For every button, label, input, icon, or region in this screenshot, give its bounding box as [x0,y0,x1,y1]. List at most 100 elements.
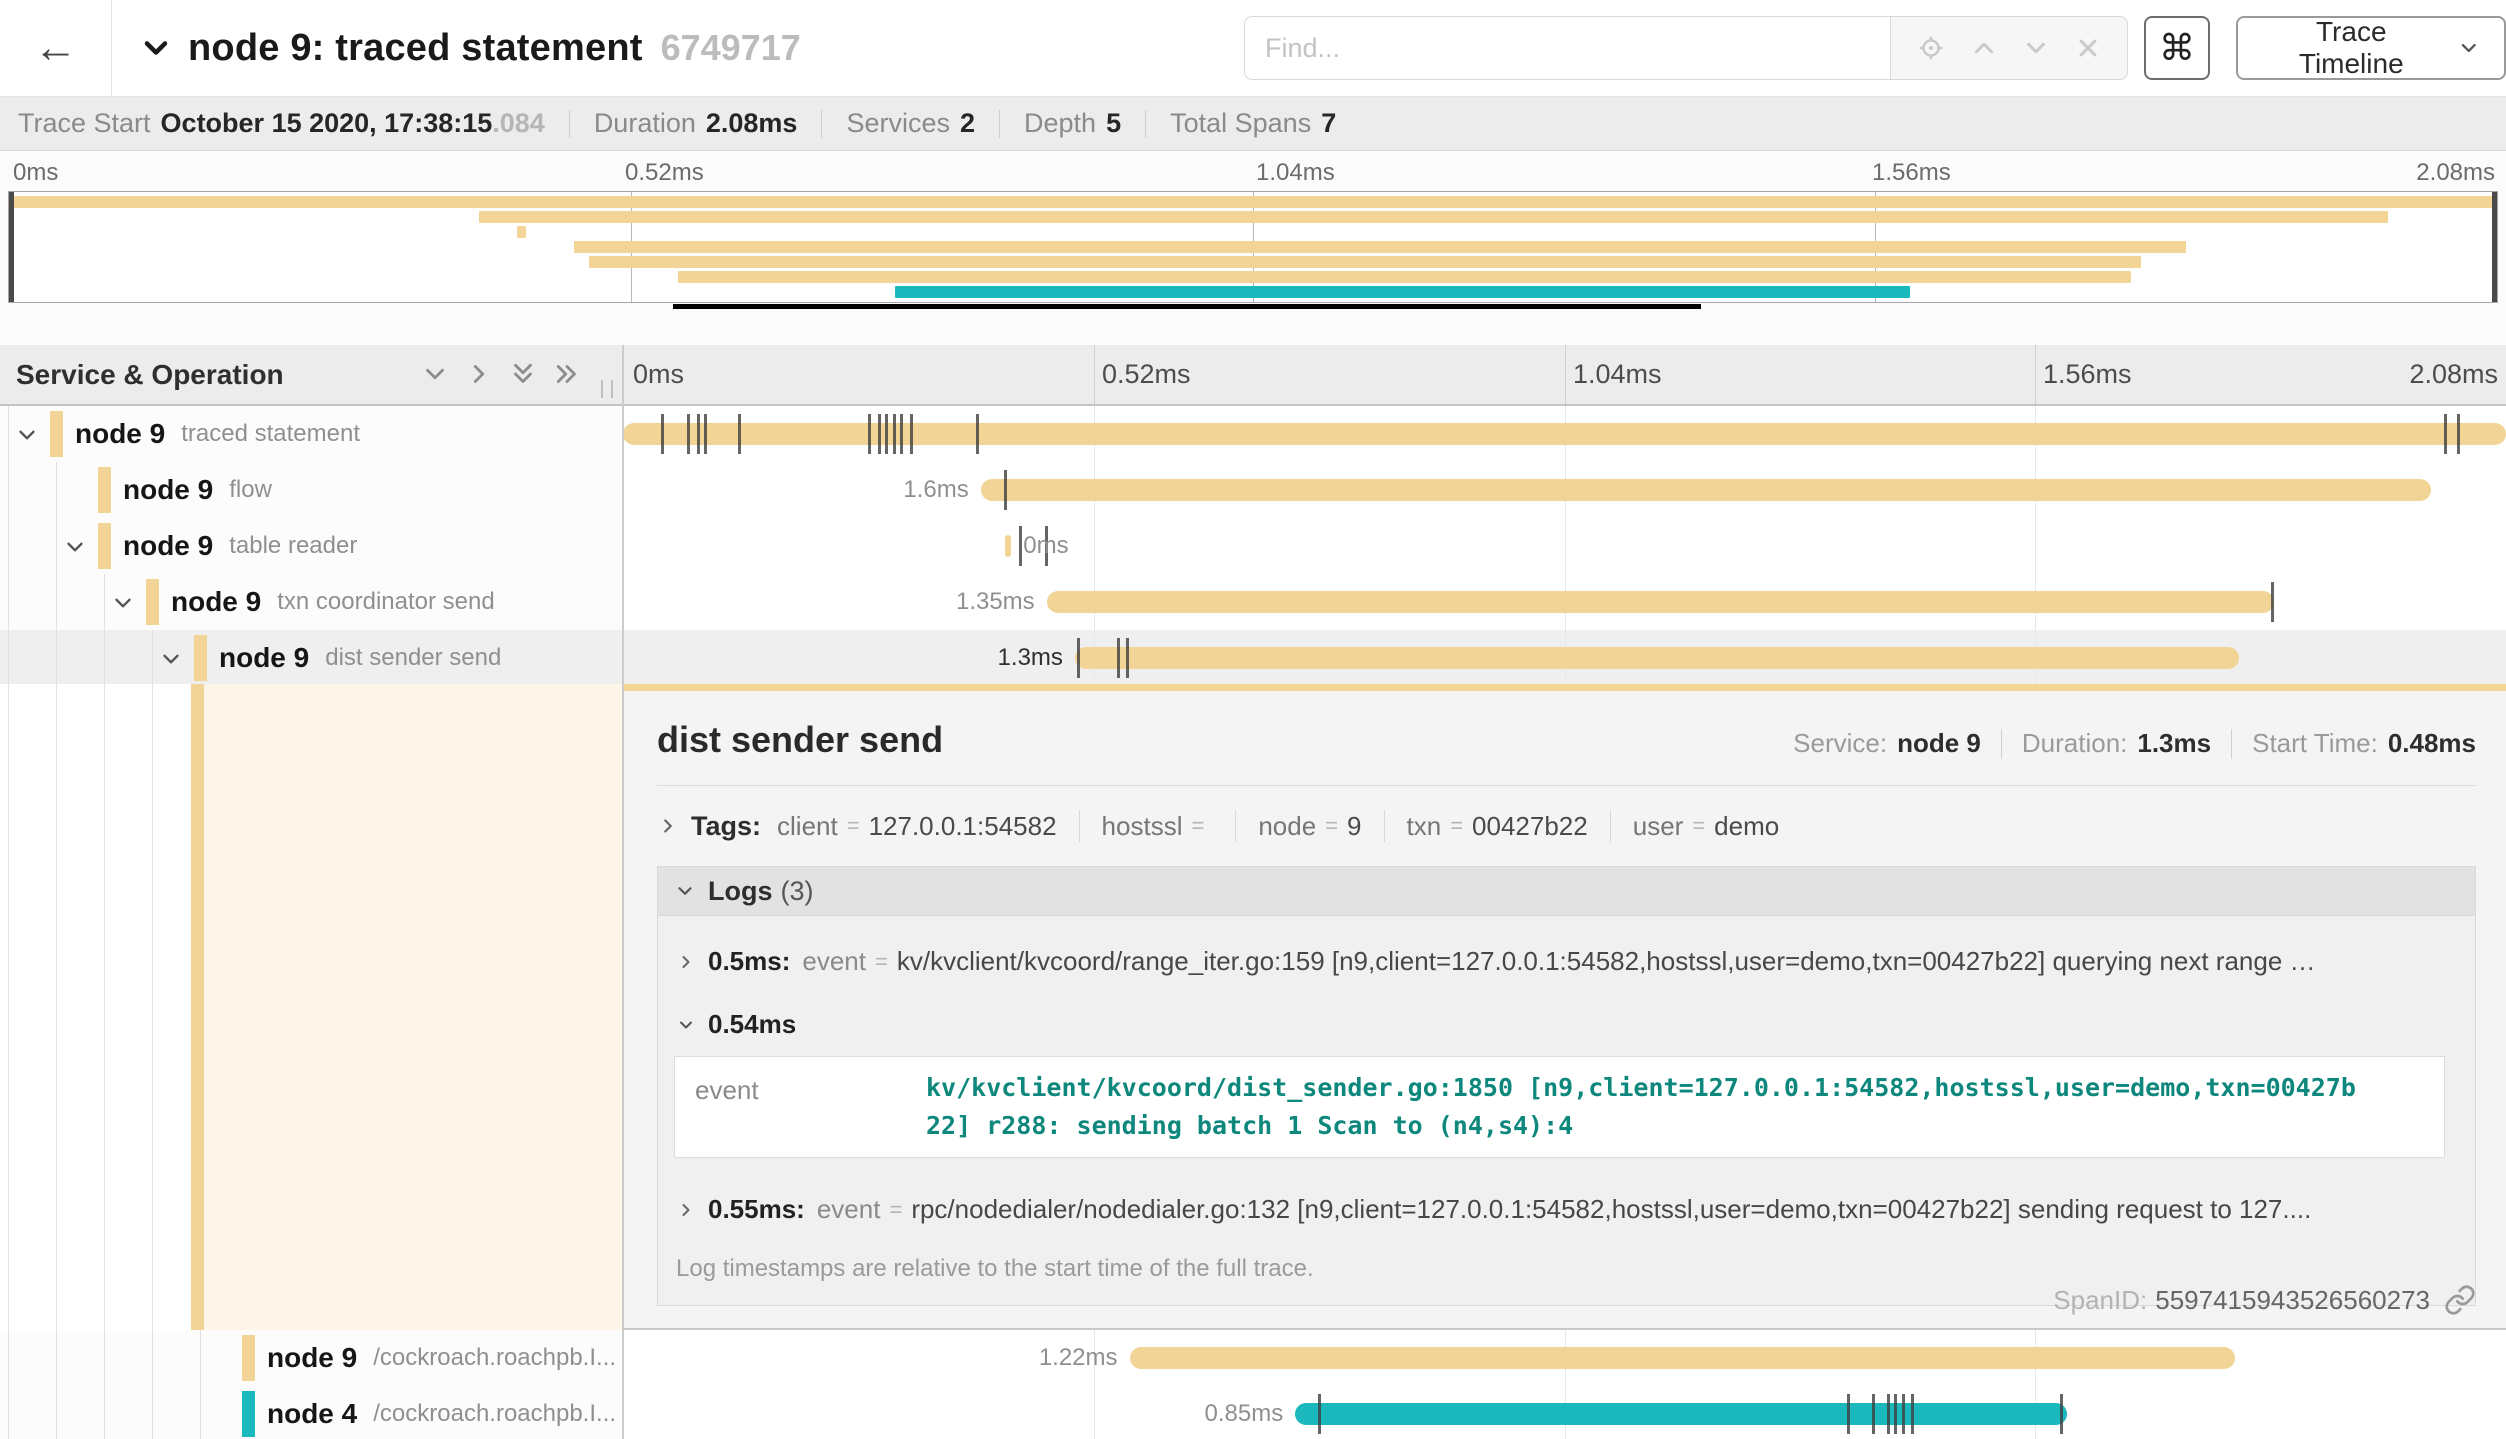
tags-items: client=127.0.0.1:54582hostssl=node=9txn=… [777,810,1779,842]
duration-label: Duration: [2022,728,2128,759]
find-input[interactable] [1244,16,1890,80]
span-name[interactable]: node 9flow [123,462,272,518]
tree-guide-line [8,574,9,630]
minimap-scrollbar[interactable] [673,304,1701,309]
log-field-key: event [802,946,866,977]
span-row[interactable]: node 9txn coordinator send 1.35ms [0,574,2506,630]
column-divider[interactable] [622,345,624,1439]
ruler-tick-label: 0.52ms [1102,345,1191,404]
span-row[interactable]: node 9/cockroach.roachpb.I...1.22ms [0,1330,2506,1386]
tree-guide-line [152,1386,153,1439]
log-marker-tick [738,414,741,454]
span-color-strip [242,1335,255,1381]
equals-sign: = [875,949,888,975]
trace-view-selector[interactable]: Trace Timeline [2236,16,2506,80]
ruler-tick-line [2035,345,2036,404]
detail-left-gutter [0,684,623,1330]
span-duration-bar[interactable] [1005,535,1011,557]
trace-view-selector-label: Trace Timeline [2262,16,2441,80]
span-name[interactable]: node 4/cockroach.roachpb.I... [267,1386,616,1439]
minimap-viewport-handle-right[interactable] [2492,192,2497,302]
service-name: node 9 [171,586,261,618]
tree-guide-line [200,1330,201,1386]
span-duration-bar[interactable] [981,479,2431,501]
trace-timeline-page: ← node 9: traced statement 6749717 ⌘ Tra… [0,0,2506,1439]
span-duration-bar[interactable] [623,423,2506,445]
span-name[interactable]: node 9/cockroach.roachpb.I... [267,1330,616,1386]
minimap-axis-label: 1.56ms [1872,159,1951,187]
span-name[interactable]: node 9traced statement [75,406,360,462]
span-expander-chevron-icon[interactable] [158,646,182,670]
clear-find-icon[interactable] [2074,34,2102,62]
logs-count: (3) [781,876,814,907]
ruler-tick-line [1094,345,1095,404]
tag-value: 9 [1347,811,1361,842]
tree-guide-line [8,1386,9,1439]
span-expander-chevron-icon[interactable] [62,534,86,558]
log-entry[interactable]: 0.5ms: event = kv/kvclient/kvcoord/range… [658,946,2475,977]
tree-guide-line [200,1386,201,1439]
expand-one-icon[interactable] [464,359,494,394]
span-row[interactable]: node 4/cockroach.roachpb.I...0.85ms [0,1386,2506,1439]
span-duration-bar[interactable] [1075,647,2239,669]
locate-icon[interactable] [1916,33,1946,63]
span-duration-bar[interactable] [1047,591,2275,613]
tag-separator [1610,810,1611,842]
column-resizer-handle[interactable] [601,380,613,398]
minimap-canvas[interactable] [8,191,2498,303]
link-icon[interactable] [2444,1284,2476,1316]
ruler-tick-label: 0ms [633,345,684,404]
log-marker-tick [1126,638,1129,678]
span-row[interactable]: node 9dist sender send1.3ms [0,630,2506,684]
tree-guide-line [56,462,57,518]
span-row[interactable]: node 9flow1.6ms [0,462,2506,518]
tag-separator [1235,810,1236,842]
keyboard-shortcuts-button[interactable]: ⌘ [2144,16,2210,80]
span-color-strip [242,1391,255,1437]
logs-header[interactable]: Logs (3) [658,867,2475,916]
log-entry-expanded-header[interactable]: 0.54ms [658,1009,2475,1040]
span-name[interactable]: node 9table reader [123,518,357,574]
chevron-down-icon [676,1015,696,1035]
log-marker-tick [893,414,896,454]
tree-guide-line [8,518,9,574]
span-row[interactable]: node 9table reader0ms [0,518,2506,574]
find-prev-icon[interactable] [1969,33,1999,63]
collapse-one-icon[interactable] [420,359,450,394]
collapse-all-icon[interactable] [508,359,538,394]
collapse-trace-chevron-icon[interactable] [138,30,174,66]
service-name: node 4 [267,1398,357,1430]
service-name: node 9 [123,530,213,562]
tag-item: user=demo [1633,811,1779,842]
span-duration-bar[interactable] [1295,1403,2067,1425]
span-row[interactable]: node 9traced statement [0,406,2506,462]
logs-section: Logs (3) 0.5ms: event = kv/kvclient/kvco… [657,866,2476,1306]
tags-row[interactable]: Tags: client=127.0.0.1:54582hostssl=node… [657,804,2476,848]
back-button[interactable]: ← [0,0,112,96]
span-name[interactable]: node 9dist sender send [219,630,501,684]
trace-id-short: 6749717 [661,27,801,69]
summary-label: Duration [594,108,696,139]
span-rows-top: node 9traced statementnode 9flow1.6msnod… [0,406,2506,684]
log-marker-tick [1077,638,1080,678]
tree-guide-line [8,462,9,518]
minimap-viewport-handle-left[interactable] [9,192,14,302]
expand-all-icon[interactable] [552,359,582,394]
span-duration-bar[interactable] [1130,1347,2235,1369]
summary-value: 5 [1106,108,1121,139]
log-marker-tick [868,414,871,454]
equals-sign: = [889,1197,902,1223]
minimap-axis-label: 0ms [13,159,58,187]
chevron-down-icon [674,880,696,902]
log-entry[interactable]: 0.55ms: event = rpc/nodedialer/nodediale… [658,1194,2475,1225]
span-expander-chevron-icon[interactable] [110,590,134,614]
span-duration-label: 1.35ms [956,574,1035,630]
tag-key: client [777,811,838,842]
span-expander-chevron-icon[interactable] [14,422,38,446]
service-name: node 9 [75,418,165,450]
summary-item: Duration2.08ms [594,108,798,139]
log-marker-tick [2444,414,2447,454]
log-marker-tick [704,414,707,454]
find-next-icon[interactable] [2021,33,2051,63]
span-name[interactable]: node 9txn coordinator send [171,574,495,630]
